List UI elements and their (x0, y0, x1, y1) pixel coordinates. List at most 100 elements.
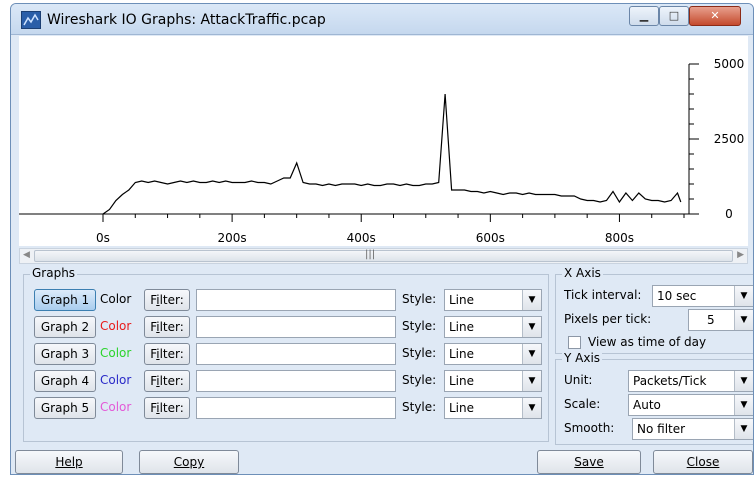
graph-5-filter-input[interactable] (196, 397, 396, 419)
scale-label: Scale: (564, 397, 601, 411)
pixels-per-tick-label: Pixels per tick: (564, 312, 652, 326)
maximize-icon: □ (668, 9, 680, 22)
wireshark-app-icon (21, 11, 41, 29)
graph-1-color-label: Color (100, 292, 132, 306)
graphs-legend: Graphs (30, 266, 78, 280)
dropdown-arrow-icon[interactable]: ▼ (522, 398, 541, 418)
scrollbar-grip-icon: ||| (365, 249, 376, 260)
close-window-button[interactable]: ✕ (689, 6, 741, 26)
unit-select[interactable]: Packets/Tick ▼ (628, 370, 753, 392)
view-as-time-label[interactable]: View as time of day (588, 335, 706, 349)
x-tick-label: 600s (476, 231, 505, 245)
io-graph-plot[interactable]: 0s 200s 400s 600s 800s 5000 2500 0 (19, 36, 748, 246)
graph-2-color-label: Color (100, 319, 132, 333)
x-axis-legend: X Axis (562, 266, 603, 280)
io-graph-svg: 0s 200s 400s 600s 800s 5000 2500 0 (19, 57, 745, 245)
graph-2-style-select[interactable]: Line ▼ (444, 316, 542, 338)
scroll-left-arrow-icon[interactable]: ◀ (23, 250, 30, 260)
window-title: Wireshark IO Graphs: AttackTraffic.pcap (47, 12, 326, 28)
graph-3-color-label: Color (100, 346, 132, 360)
dropdown-arrow-icon[interactable]: ▼ (522, 344, 541, 364)
graph-3-style-value: Line (449, 347, 475, 361)
dropdown-arrow-icon[interactable]: ▼ (734, 310, 753, 330)
graph-2-filter-input[interactable] (196, 316, 396, 338)
dropdown-arrow-icon[interactable]: ▼ (522, 371, 541, 391)
io-graphs-window: Wireshark IO Graphs: AttackTraffic.pcap … (10, 3, 754, 475)
graph-3-button[interactable]: Graph 3 (34, 343, 96, 365)
graph-2-style-label: Style: (402, 319, 437, 333)
x-tick-label: 800s (605, 231, 634, 245)
graph-5-button[interactable]: Graph 5 (34, 397, 96, 419)
graph-1-style-select[interactable]: Line ▼ (444, 289, 542, 311)
graph-2-style-value: Line (449, 320, 475, 334)
graph-1-filter-button[interactable]: Filter: (144, 289, 190, 311)
pixels-per-tick-select[interactable]: 5 ▼ (688, 309, 753, 331)
smooth-label: Smooth: (564, 421, 615, 435)
graph-4-style-select[interactable]: Line ▼ (444, 370, 542, 392)
graph-1-series-line (102, 93, 682, 215)
dropdown-arrow-icon[interactable]: ▼ (522, 317, 541, 337)
help-button[interactable]: Help (15, 450, 123, 474)
graph-3-filter-input[interactable] (196, 343, 396, 365)
minimize-icon: ▁ (639, 9, 649, 22)
save-button-label: Save (574, 455, 604, 469)
minimize-button[interactable]: ▁ (629, 6, 659, 26)
graph-5-filter-button[interactable]: Filter: (144, 397, 190, 419)
scale-select[interactable]: Auto ▼ (628, 394, 753, 416)
graph-1-style-label: Style: (402, 292, 437, 306)
close-button-label: Close (686, 455, 720, 469)
dropdown-arrow-icon[interactable]: ▼ (734, 419, 753, 439)
x-tick-label: 200s (218, 231, 247, 245)
graph-4-filter-button[interactable]: Filter: (144, 370, 190, 392)
scroll-right-arrow-icon[interactable]: ▶ (737, 250, 744, 260)
graph-4-style-label: Style: (402, 373, 437, 387)
y-tick-label: 0 (725, 207, 733, 221)
graph-5-style-select[interactable]: Line ▼ (444, 397, 542, 419)
graph-3-style-label: Style: (402, 346, 437, 360)
graph-3-filter-button[interactable]: Filter: (144, 343, 190, 365)
scrollbar-thumb[interactable]: ||| (34, 249, 733, 262)
y-axis-group: Y Axis Unit: Packets/Tick ▼ Scale: Auto ▼ … (555, 351, 753, 445)
help-button-label: Help (55, 455, 83, 469)
unit-label: Unit: (564, 373, 593, 387)
dropdown-arrow-icon[interactable]: ▼ (734, 371, 753, 391)
title-bar[interactable]: Wireshark IO Graphs: AttackTraffic.pcap … (11, 4, 753, 35)
graph-4-color-label: Color (100, 373, 132, 387)
dropdown-arrow-icon[interactable]: ▼ (522, 290, 541, 310)
graph-1-button[interactable]: Graph 1 (34, 289, 96, 311)
graph-5-style-label: Style: (402, 400, 437, 414)
pixels-per-tick-value: 5 (707, 313, 715, 327)
smooth-select[interactable]: No filter ▼ (632, 418, 753, 440)
maximize-button[interactable]: □ (659, 6, 689, 26)
graph-1-style-value: Line (449, 293, 475, 307)
x-axis-group: X Axis Tick interval: 10 sec ▼ Pixels per… (555, 266, 753, 354)
dropdown-arrow-icon[interactable]: ▼ (734, 395, 753, 415)
unit-value: Packets/Tick (633, 374, 707, 388)
graph-1-filter-input[interactable] (196, 289, 396, 311)
y-tick-label: 2500 (714, 132, 745, 146)
close-icon: ✕ (710, 9, 720, 22)
graphs-group: Graphs Graph 1 Color Filter: Style: Line… (23, 266, 549, 442)
y-axis-legend: Y Axis (562, 351, 603, 365)
x-tick-label: 0s (96, 231, 110, 245)
tick-interval-select[interactable]: 10 sec ▼ (652, 285, 753, 307)
graph-2-filter-button[interactable]: Filter: (144, 316, 190, 338)
dropdown-arrow-icon[interactable]: ▼ (734, 286, 753, 306)
x-tick-label: 400s (347, 231, 376, 245)
close-button[interactable]: Close (653, 450, 753, 474)
view-as-time-checkbox[interactable] (568, 336, 581, 349)
tick-interval-value: 10 sec (657, 289, 697, 303)
copy-button[interactable]: Copy (139, 450, 239, 474)
graph-5-color-label: Color (100, 400, 132, 414)
graph-4-button[interactable]: Graph 4 (34, 370, 96, 392)
graph-2-button[interactable]: Graph 2 (34, 316, 96, 338)
tick-interval-label: Tick interval: (564, 288, 642, 302)
save-button[interactable]: Save (537, 450, 641, 474)
graph-4-filter-input[interactable] (196, 370, 396, 392)
graph-5-style-value: Line (449, 401, 475, 415)
graph-horizontal-scrollbar[interactable]: ◀ ||| ▶ (19, 248, 748, 264)
scale-value: Auto (633, 398, 661, 412)
smooth-value: No filter (637, 422, 686, 436)
copy-button-label: Copy (173, 455, 205, 469)
graph-3-style-select[interactable]: Line ▼ (444, 343, 542, 365)
